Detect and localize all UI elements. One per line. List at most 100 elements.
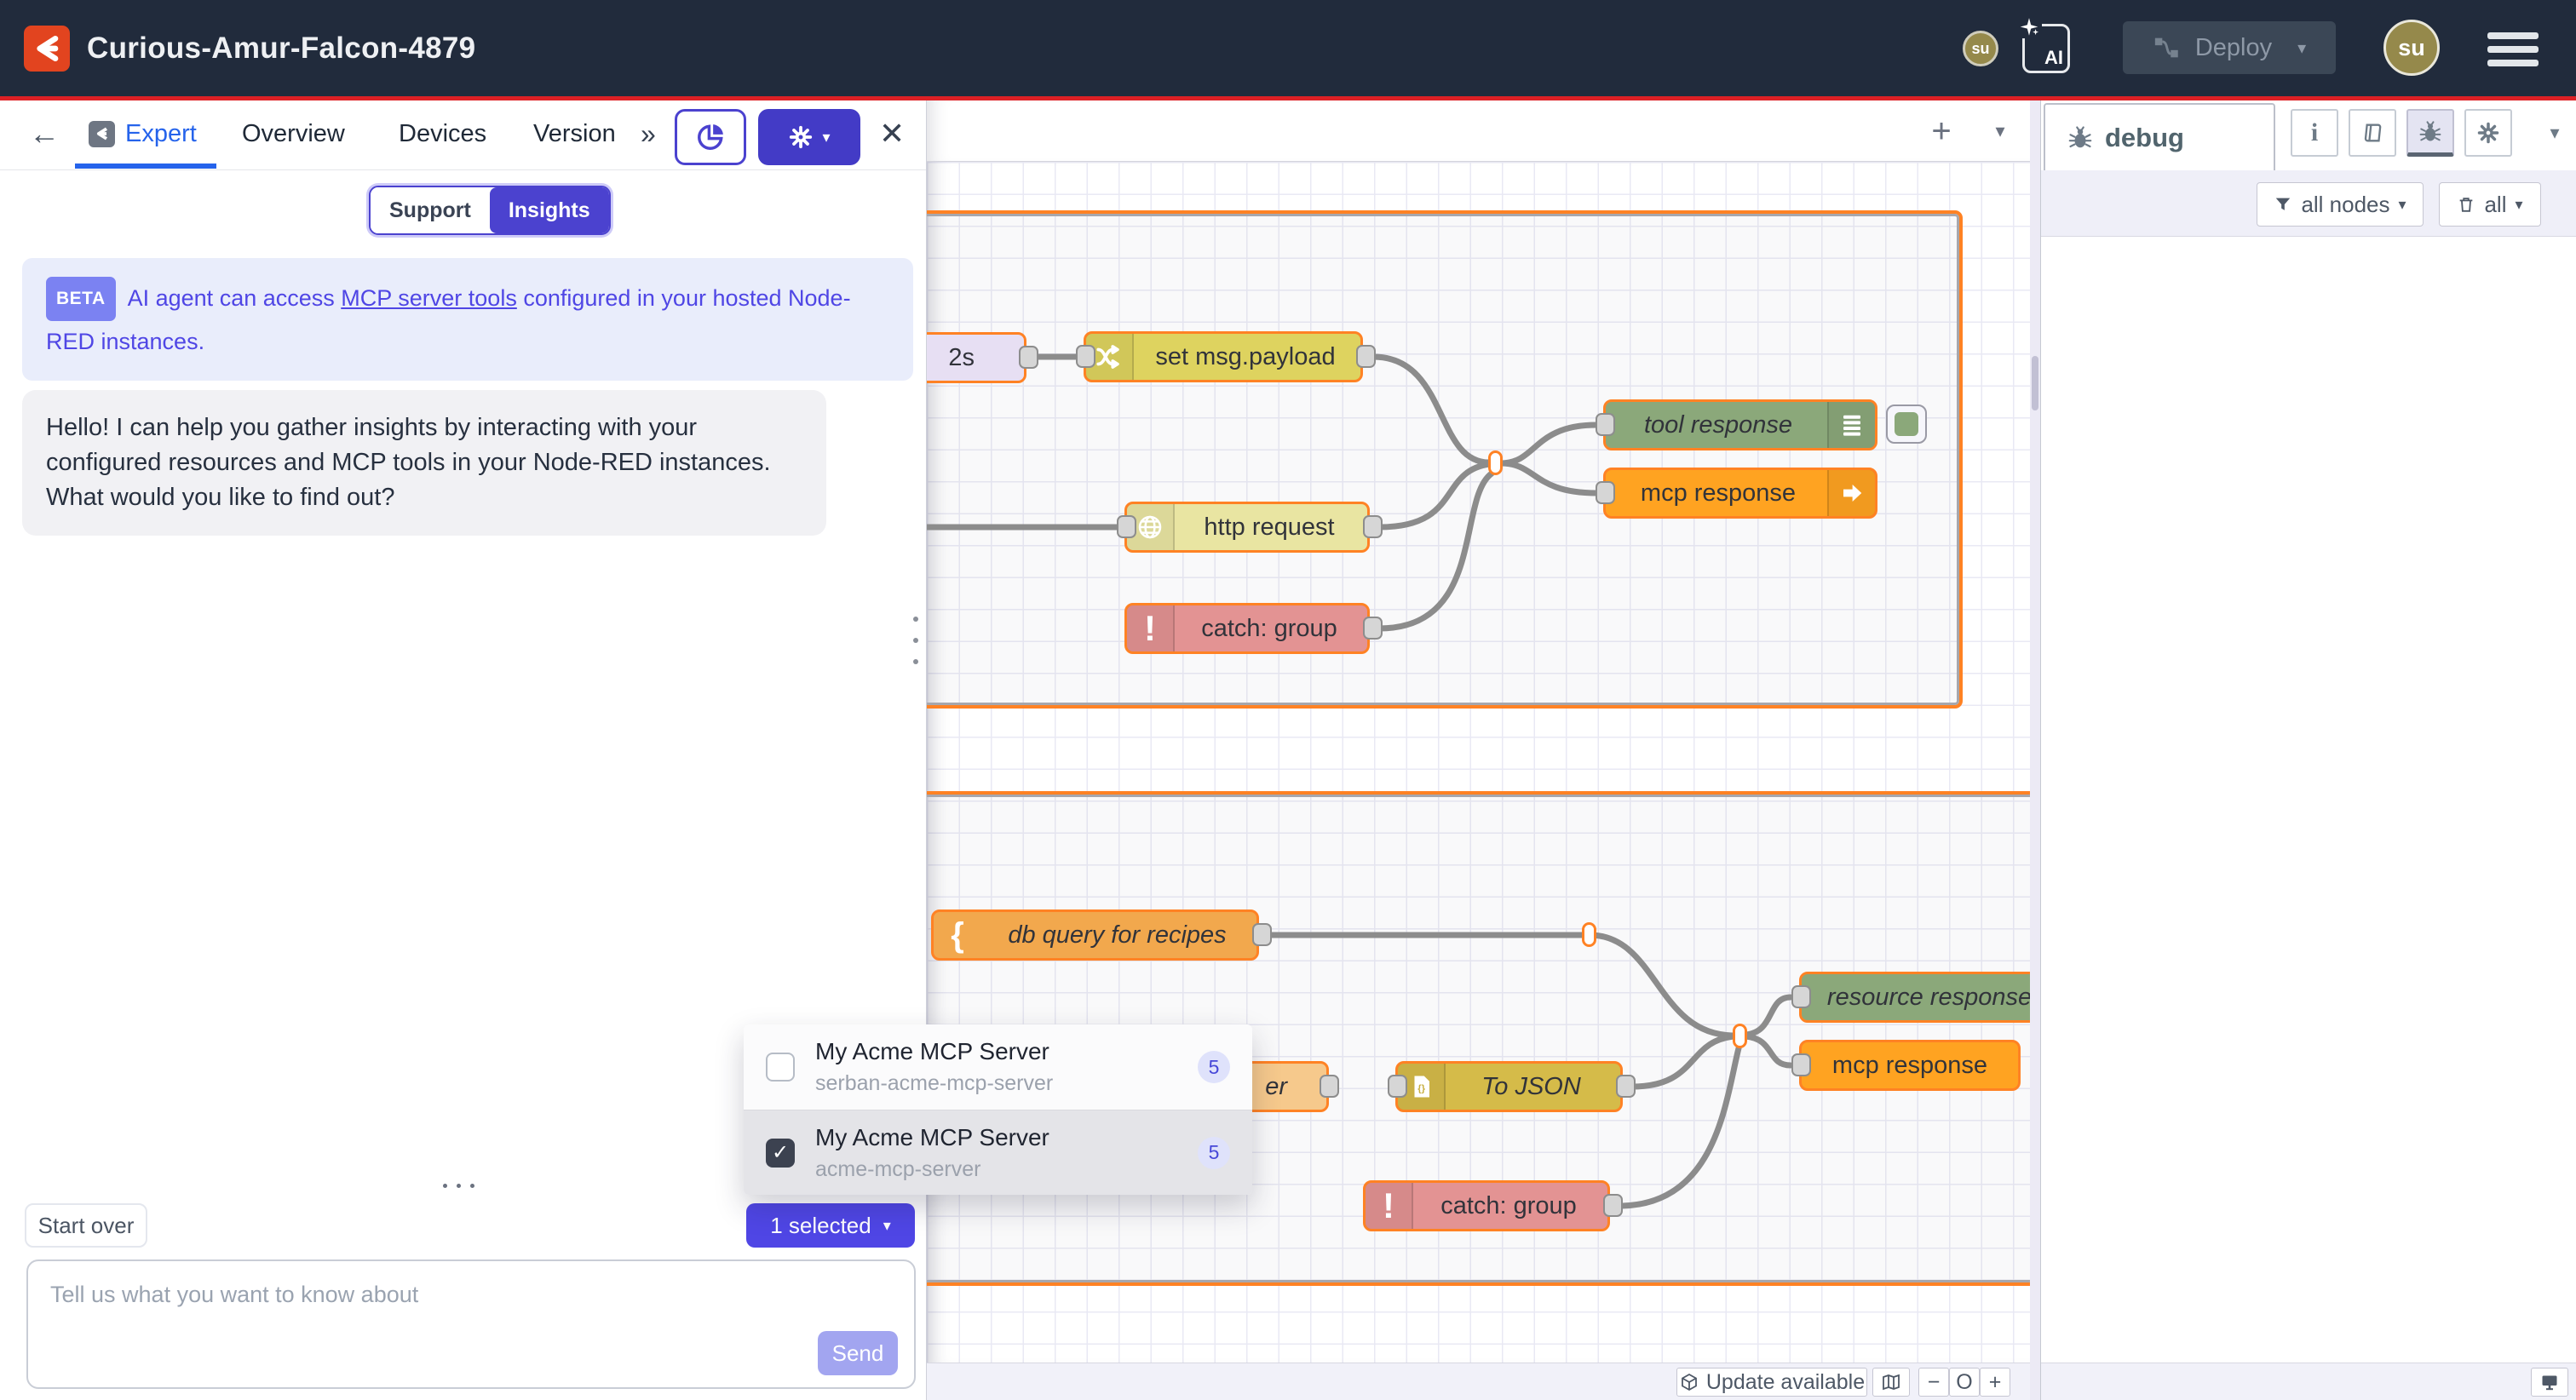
- tab-expert-label: Expert: [125, 120, 197, 148]
- more-tabs-chevron[interactable]: »: [641, 100, 656, 167]
- update-available-button[interactable]: Update available: [1676, 1368, 1867, 1397]
- pie-chart-icon: [694, 121, 727, 153]
- open-debug-window-button[interactable]: [2531, 1368, 2568, 1397]
- selected-servers-dropdown-button[interactable]: 1 selected ▾: [746, 1203, 915, 1248]
- add-flow-button[interactable]: +: [1922, 112, 1961, 150]
- ai-assistant-button[interactable]: AI: [2022, 24, 2070, 73]
- settings-dropdown-button[interactable]: ▾: [758, 109, 860, 165]
- node-input-port[interactable]: [1596, 481, 1615, 504]
- flow-list-caret[interactable]: ▾: [1983, 112, 2017, 150]
- exclamation-icon: !: [1127, 605, 1175, 651]
- send-button[interactable]: Send: [818, 1331, 898, 1375]
- chat-input[interactable]: [28, 1261, 914, 1343]
- assistant-side-panel: ← Expert Overview Devices Version »: [0, 100, 927, 1400]
- tab-expert[interactable]: Expert: [89, 100, 197, 167]
- node-output-port[interactable]: [1252, 923, 1272, 946]
- node-inject-2s[interactable]: 2s: [927, 332, 1026, 383]
- toggle-support[interactable]: Support: [371, 187, 490, 233]
- node-input-port[interactable]: [1388, 1075, 1407, 1098]
- tool-count-badge: 5: [1198, 1051, 1230, 1083]
- beta-notice-banner: BETAAI agent can access MCP server tools…: [22, 258, 913, 381]
- start-over-button[interactable]: Start over: [25, 1203, 147, 1248]
- node-input-port[interactable]: [1117, 515, 1136, 538]
- canvas-vertical-scrollbar[interactable]: [2030, 100, 2040, 1400]
- zoom-in-button[interactable]: +: [1980, 1368, 2010, 1397]
- debug-filter-nodes-button[interactable]: all nodes ▾: [2257, 182, 2424, 227]
- help-sidebar-button[interactable]: [2349, 109, 2396, 157]
- node-link-out-resource-response[interactable]: resource response: [1799, 972, 2030, 1023]
- debug-clear-all-button[interactable]: all ▾: [2439, 182, 2541, 227]
- mcp-server-option[interactable]: My Acme MCP Server serban-acme-mcp-serve…: [744, 1024, 1252, 1110]
- app-window: Curious-Amur-Falcon-4879 su AI Deploy ▾ …: [0, 0, 2576, 1400]
- panel-resize-handle[interactable]: [913, 617, 918, 664]
- debug-tab-row: debug i ▾: [2041, 100, 2576, 170]
- wire-junction[interactable]: [1582, 922, 1596, 947]
- zoom-reset-button[interactable]: O: [1949, 1368, 1980, 1397]
- config-sidebar-button[interactable]: [2464, 109, 2512, 157]
- tab-overview[interactable]: Overview: [242, 100, 345, 167]
- flowfuse-logo[interactable]: [24, 26, 70, 72]
- collaborator-avatar[interactable]: su: [1963, 31, 1998, 66]
- node-input-port[interactable]: [1791, 1053, 1811, 1076]
- deploy-caret-icon[interactable]: ▾: [2297, 37, 2306, 59]
- minimap-toggle-button[interactable]: [1872, 1368, 1910, 1397]
- node-input-port[interactable]: [1076, 345, 1095, 368]
- page-title: Curious-Amur-Falcon-4879: [87, 0, 475, 96]
- node-input-port[interactable]: [1791, 985, 1811, 1008]
- node-output-port[interactable]: [1019, 346, 1038, 369]
- user-avatar[interactable]: su: [2383, 20, 2440, 76]
- node-output-port[interactable]: [1363, 515, 1383, 538]
- debug-sidebar: debug i ▾: [2040, 100, 2576, 1400]
- node-output-port[interactable]: [1356, 345, 1376, 368]
- node-template-db-query[interactable]: { db query for recipes: [931, 909, 1259, 961]
- mcp-server-title: My Acme MCP Server: [815, 1038, 1177, 1065]
- funnel-icon: [2274, 195, 2292, 214]
- gear-icon: [2476, 121, 2500, 145]
- node-link-out-mcp-response[interactable]: mcp response: [1603, 468, 1877, 519]
- ai-label: AI: [2044, 47, 2063, 69]
- mcp-server-subtitle: acme-mcp-server: [815, 1157, 1177, 1182]
- toggle-insights[interactable]: Insights: [490, 187, 609, 233]
- scrollbar-thumb[interactable]: [2032, 356, 2038, 410]
- sidebar-menu-caret[interactable]: ▾: [2538, 109, 2572, 157]
- node-http-request[interactable]: http request: [1124, 502, 1370, 553]
- flow-group-tools[interactable]: [927, 214, 1959, 705]
- node-catch-group[interactable]: ! catch: group: [1124, 603, 1370, 654]
- node-input-port[interactable]: [1596, 413, 1615, 436]
- node-json-to-json[interactable]: {} To JSON: [1395, 1061, 1623, 1112]
- debug-node-toggle[interactable]: [1886, 405, 1927, 444]
- panel-tab-bar: ← Expert Overview Devices Version »: [0, 100, 926, 170]
- composer-resize-handle[interactable]: [443, 1184, 474, 1188]
- info-sidebar-button[interactable]: i: [2291, 109, 2338, 157]
- beta-text-before: AI agent can access: [128, 285, 342, 311]
- node-change-set-msg-payload[interactable]: set msg.payload: [1084, 331, 1363, 382]
- node-output-port[interactable]: [1616, 1075, 1636, 1098]
- node-link-out-tool-response[interactable]: tool response: [1603, 399, 1877, 450]
- debug-tab[interactable]: debug: [2044, 103, 2275, 170]
- support-insights-toggle: Support Insights: [369, 186, 611, 235]
- gear-caret-icon: ▾: [822, 129, 830, 146]
- node-catch-group-2[interactable]: ! catch: group: [1363, 1180, 1610, 1231]
- node-output-port[interactable]: [1363, 617, 1383, 640]
- close-panel-button[interactable]: ✕: [879, 100, 905, 167]
- debug-tab-label: debug: [2105, 123, 2184, 153]
- mcp-server-tools-link[interactable]: MCP server tools: [341, 285, 517, 311]
- zoom-out-button[interactable]: −: [1918, 1368, 1949, 1397]
- tab-devices[interactable]: Devices: [399, 100, 486, 167]
- node-link-out-mcp-response-2[interactable]: mcp response: [1799, 1040, 2021, 1091]
- back-button[interactable]: ←: [29, 100, 60, 167]
- tab-version[interactable]: Version: [533, 100, 616, 167]
- mcp-server-option[interactable]: ✓ My Acme MCP Server acme-mcp-server 5: [744, 1110, 1252, 1195]
- node-output-port[interactable]: [1603, 1194, 1623, 1217]
- debug-sidebar-button[interactable]: [2406, 109, 2454, 157]
- wire-junction[interactable]: [1488, 450, 1503, 475]
- node-output-port[interactable]: [1320, 1075, 1339, 1098]
- expert-tab-icon: [89, 121, 115, 147]
- checkbox-checked[interactable]: ✓: [766, 1139, 795, 1168]
- checkbox-unchecked[interactable]: [766, 1053, 795, 1082]
- deploy-button[interactable]: Deploy ▾: [2123, 21, 2336, 74]
- usage-chart-button[interactable]: [675, 109, 746, 165]
- wire-junction[interactable]: [1733, 1024, 1747, 1048]
- map-icon: [1881, 1372, 1901, 1392]
- main-menu-button[interactable]: [2487, 32, 2539, 66]
